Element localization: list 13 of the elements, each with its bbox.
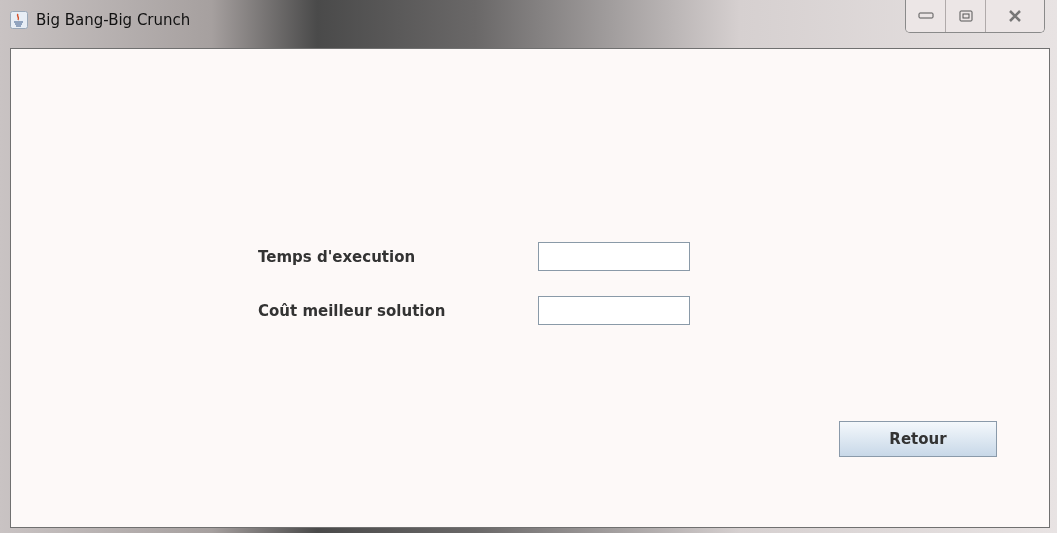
coffee-cup-icon xyxy=(10,11,28,29)
close-icon xyxy=(1008,10,1022,22)
close-button[interactable] xyxy=(986,0,1044,32)
minimize-button[interactable] xyxy=(906,0,946,32)
window-title: Big Bang-Big Crunch xyxy=(36,11,191,29)
field-label: Temps d'execution xyxy=(258,247,417,266)
input-field[interactable] xyxy=(538,242,690,271)
minimize-icon xyxy=(917,12,934,20)
input-field[interactable] xyxy=(538,296,690,325)
maximize-button[interactable] xyxy=(946,0,986,32)
field-label: Coût meilleur solution xyxy=(258,301,447,320)
back-button[interactable]: Retour xyxy=(839,421,997,457)
maximize-icon xyxy=(958,10,973,22)
